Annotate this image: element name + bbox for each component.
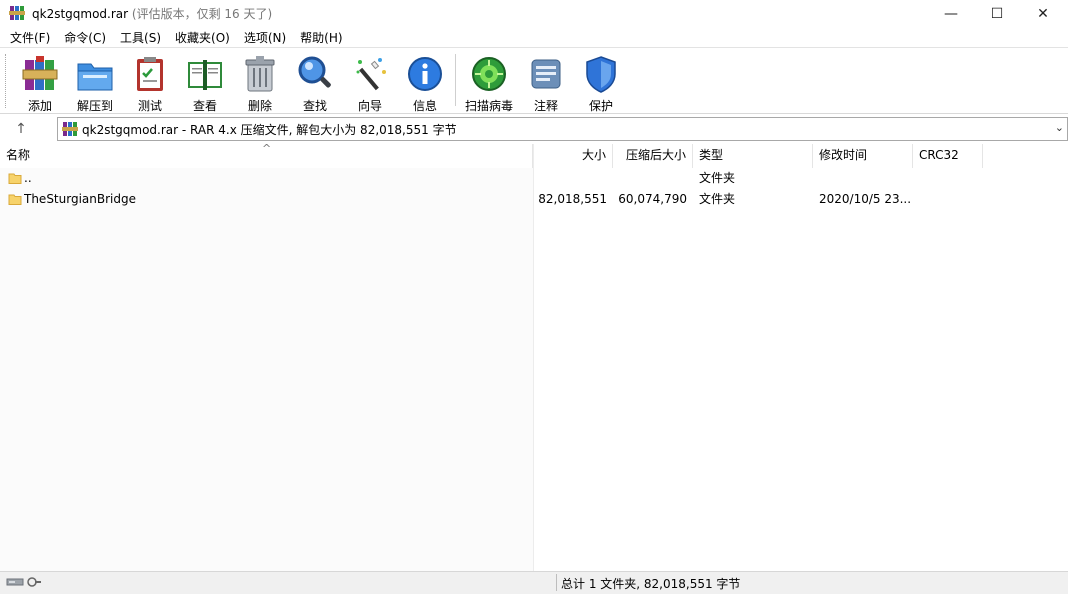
title-bar: qk2stgqmod.rar (评估版本，仅剩 16 天了) — ☐ ✕ (0, 0, 1068, 27)
file-modified: 2020/10/5 23... (819, 192, 911, 206)
info-label: 信息 (412, 99, 437, 113)
minimize-icon: — (944, 5, 958, 22)
test-clipboard-icon (137, 57, 163, 91)
file-type: 文件夹 (699, 192, 736, 206)
menu-commands[interactable]: 命令(C) (57, 29, 113, 46)
file-type: 文件夹 (699, 171, 736, 185)
test-label: 测试 (137, 99, 162, 113)
column-name[interactable]: 名称 ^ (0, 142, 533, 168)
info-icon (408, 57, 442, 91)
wizard-wand-icon (356, 58, 386, 91)
file-packed-size: 60,074,790 (618, 192, 687, 206)
address-field[interactable]: qk2stgqmod.rar - RAR 4.x 压缩文件, 解包大小为 82,… (57, 117, 1068, 141)
comment-label: 注释 (533, 99, 558, 113)
menu-tools[interactable]: 工具(S) (113, 29, 168, 46)
view-book-icon (188, 60, 222, 90)
magnifier-icon (298, 56, 331, 88)
add-button[interactable]: 添加 (13, 50, 67, 113)
maximize-button[interactable]: ☐ (974, 0, 1020, 27)
file-row[interactable]: TheSturgianBridge 82,018,551 60,074,790 … (0, 189, 1068, 210)
menu-help[interactable]: 帮助(H) (293, 29, 349, 46)
find-label: 查找 (302, 99, 327, 113)
extract-to-button[interactable]: 解压到 (68, 50, 122, 113)
info-button[interactable]: 信息 (398, 50, 452, 113)
virus-scan-button[interactable]: 扫描病毒 (462, 50, 516, 113)
folder-icon (8, 173, 22, 184)
maximize-icon: ☐ (990, 5, 1004, 22)
column-size[interactable]: 大小 (533, 144, 613, 168)
up-level-button[interactable]: ↑ (11, 120, 31, 138)
status-bar: 总计 1 文件夹, 82,018,551 字节 (0, 571, 1068, 594)
file-packed-size (613, 168, 687, 189)
address-bar: ↑ qk2stgqmod.rar - RAR 4.x 压缩文件, 解包大小为 8… (0, 113, 1068, 145)
view-label: 查看 (192, 99, 217, 113)
drive-key-icon (6, 577, 41, 587)
wizard-button[interactable]: 向导 (343, 50, 397, 113)
column-crc32[interactable]: CRC32 (913, 144, 983, 168)
wizard-label: 向导 (357, 99, 382, 113)
file-size (533, 168, 607, 189)
address-text: qk2stgqmod.rar - RAR 4.x 压缩文件, 解包大小为 82,… (82, 123, 457, 137)
up-arrow-icon: ↑ (15, 121, 27, 137)
name-column-background (0, 168, 533, 571)
folder-icon (8, 194, 22, 205)
protect-label: 保护 (588, 99, 613, 113)
menu-bar: 文件(F) 命令(C) 工具(S) 收藏夹(O) 选项(N) 帮助(H) (0, 27, 1068, 47)
file-modified (819, 168, 911, 189)
add-label: 添加 (27, 99, 52, 113)
view-button[interactable]: 查看 (178, 50, 232, 113)
delete-label: 删除 (247, 99, 272, 113)
close-button[interactable]: ✕ (1020, 0, 1066, 27)
file-list-header: 名称 ^ 大小 压缩后大小 类型 修改时间 CRC32 (0, 142, 1068, 168)
toolbar-grip (5, 54, 9, 108)
status-summary: 总计 1 文件夹, 82,018,551 字节 (561, 577, 741, 591)
toolbar: 添加 解压到 测试 查看 删除 查找 向导 信息 扫描病毒 注释 保护 (0, 47, 1068, 114)
winrar-app-icon (9, 6, 25, 20)
extract-folder-icon (77, 63, 113, 91)
window-title: qk2stgqmod.rar (评估版本，仅剩 16 天了) (32, 5, 272, 22)
menu-favorites[interactable]: 收藏夹(O) (168, 29, 237, 46)
column-type[interactable]: 类型 (693, 144, 813, 168)
status-separator (556, 574, 557, 591)
toolbar-separator (455, 54, 456, 106)
file-name: .. (24, 171, 32, 185)
delete-button[interactable]: 删除 (233, 50, 287, 113)
column-name-label: 名称 (6, 148, 31, 162)
window-title-text: qk2stgqmod.rar (32, 7, 129, 21)
file-row-parent[interactable]: .. 文件夹 (0, 168, 1068, 189)
menu-options[interactable]: 选项(N) (237, 29, 293, 46)
archive-icon (62, 122, 78, 136)
shield-icon (586, 56, 616, 93)
protect-button[interactable]: 保护 (574, 50, 628, 113)
file-name: TheSturgianBridge (24, 192, 136, 206)
chevron-down-icon[interactable]: ⌄ (1055, 121, 1064, 134)
add-archive-icon (22, 56, 58, 90)
virus-scan-icon (472, 57, 506, 91)
minimize-button[interactable]: — (928, 0, 974, 27)
trial-notice: (评估版本，仅剩 16 天了) (131, 7, 273, 21)
column-modified[interactable]: 修改时间 (813, 144, 913, 168)
trash-icon (245, 56, 275, 92)
test-button[interactable]: 测试 (123, 50, 177, 113)
comment-button[interactable]: 注释 (519, 50, 573, 113)
comment-icon (531, 59, 561, 89)
column-packed-size[interactable]: 压缩后大小 (613, 144, 693, 168)
menu-file[interactable]: 文件(F) (3, 29, 57, 46)
file-size: 82,018,551 (538, 192, 607, 206)
extract-to-label: 解压到 (76, 99, 113, 113)
find-button[interactable]: 查找 (288, 50, 342, 113)
virus-scan-label: 扫描病毒 (464, 99, 513, 113)
sort-ascending-icon: ^ (262, 142, 272, 155)
close-icon: ✕ (1037, 5, 1049, 22)
